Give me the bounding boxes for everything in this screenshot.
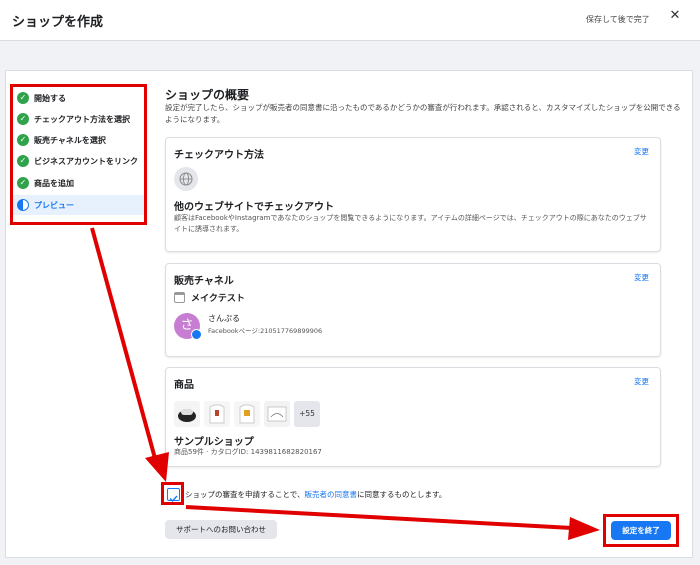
annotation-arrowhead-finish [568, 517, 600, 540]
annotation-arrow-to-checkbox [90, 227, 158, 463]
annotation-arrow-to-finish [185, 505, 573, 530]
annotation-arrows [90, 227, 600, 540]
annotation-arrowhead-checkbox [145, 452, 169, 482]
